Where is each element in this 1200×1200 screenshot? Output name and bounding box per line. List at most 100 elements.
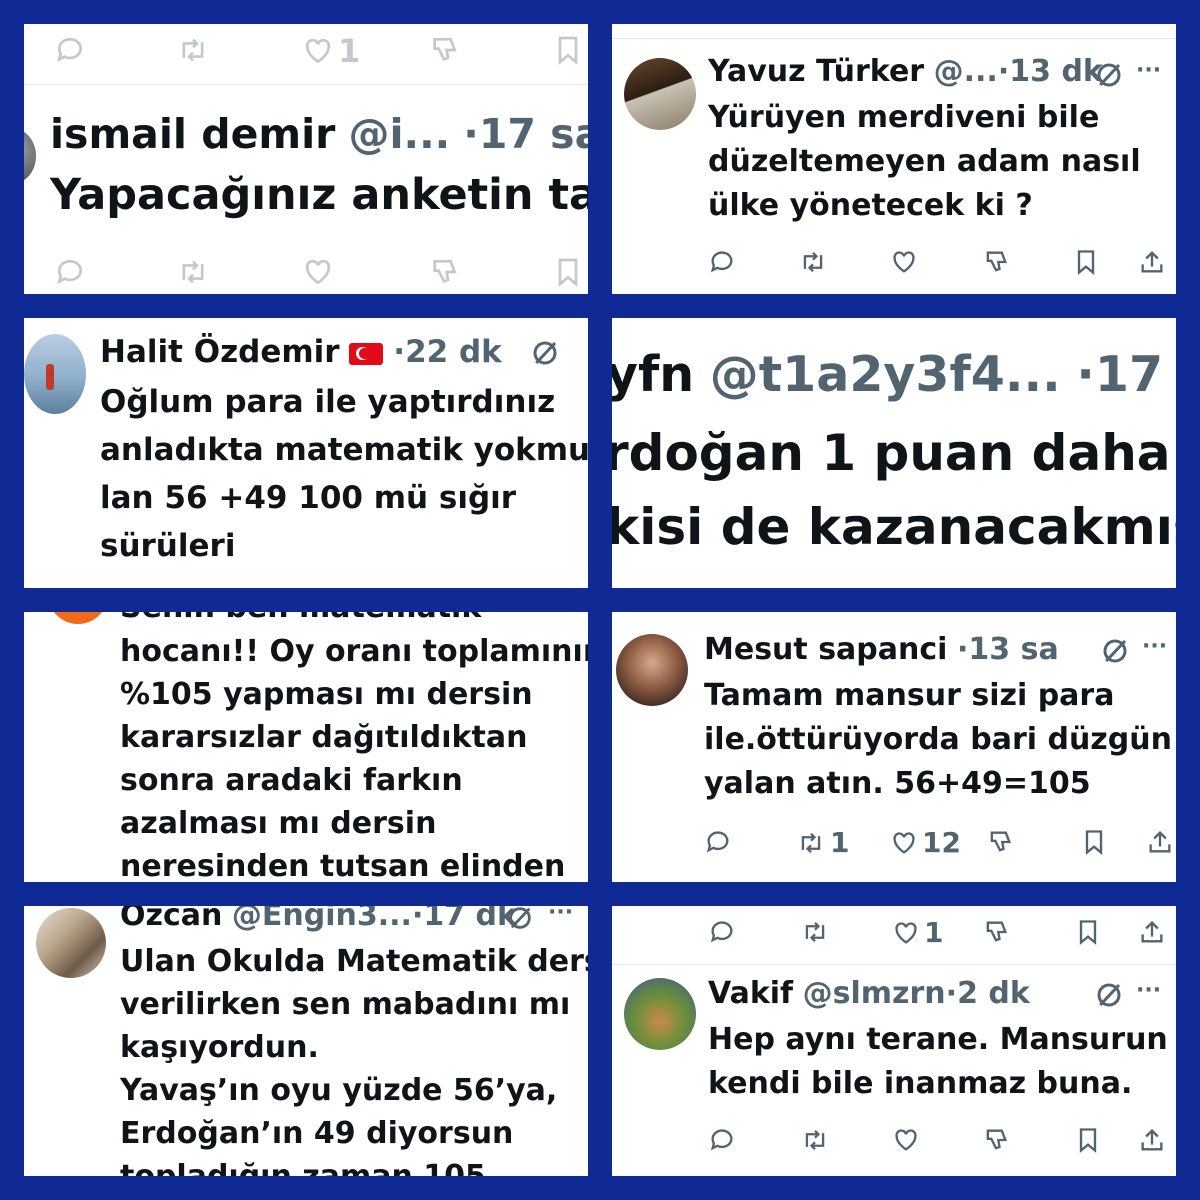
separator: · (997, 54, 1010, 89)
like-count: 1 (338, 32, 361, 70)
bookmark-icon[interactable] (554, 256, 582, 288)
tweet-header: ismail demir @i... ·17 sa (50, 110, 588, 158)
retweet-icon[interactable] (176, 256, 210, 288)
retweet-button[interactable]: 1 (796, 826, 849, 859)
timestamp[interactable]: 17 sa (1095, 346, 1176, 403)
retweet-icon[interactable] (800, 1126, 830, 1154)
grok-slash-icon[interactable] (1094, 980, 1124, 1014)
tweet-header: Halit Özdemir ·22 dk (100, 334, 502, 370)
author-handle[interactable]: @i... (348, 110, 450, 158)
dislike-icon[interactable] (986, 828, 1014, 856)
dislike-icon[interactable] (982, 918, 1010, 946)
like-icon[interactable] (890, 248, 918, 276)
tweet-text-line: anladıkta matematik yokmu (100, 432, 588, 468)
author-name[interactable]: Mesut sapanci (704, 632, 947, 667)
bookmark-icon[interactable] (554, 34, 582, 66)
more-icon[interactable]: ··· (1142, 634, 1167, 659)
tweet-text-line: hocanı!! Oy oranı toplamının (120, 634, 588, 669)
timestamp[interactable]: 13 dk (1009, 54, 1103, 89)
faded-action-bar-top: 1 (24, 30, 588, 70)
avatar[interactable] (48, 612, 108, 624)
avatar[interactable] (624, 58, 696, 130)
grok-slash-icon[interactable] (1094, 60, 1124, 94)
avatar[interactable] (24, 334, 86, 414)
share-icon[interactable] (1138, 918, 1166, 946)
bookmark-icon[interactable] (1076, 1126, 1100, 1154)
more-icon[interactable]: ··· (1136, 58, 1161, 83)
avatar[interactable] (624, 978, 696, 1050)
separator: · (957, 632, 969, 667)
grok-slash-icon[interactable] (530, 338, 560, 372)
dislike-icon[interactable] (428, 34, 460, 66)
tweet-text-line: Tamam mansur sizi para (704, 678, 1115, 713)
tweet-panel-1: 1 ismail demir @i... ·17 sa Yapacağınız … (24, 24, 588, 294)
timestamp[interactable]: 2 dk (957, 976, 1030, 1011)
action-bar: 1 12 (612, 826, 1176, 862)
more-icon[interactable]: ··· (548, 906, 573, 925)
author-name[interactable]: Ozcan (120, 906, 222, 933)
tweet-panel-5: Senin ben matematik hocanı!! Oy oranı to… (24, 612, 588, 882)
share-icon[interactable] (1138, 248, 1166, 276)
tweet-text-line: kendi bile inanmaz buna. (708, 1066, 1133, 1101)
grok-slash-icon[interactable] (506, 906, 534, 936)
author-name[interactable]: Yavuz Türker (708, 54, 924, 89)
avatar[interactable] (616, 634, 688, 706)
reply-icon[interactable] (54, 256, 86, 288)
avatar-figure (46, 364, 54, 390)
timestamp[interactable]: 17 sa (479, 110, 588, 158)
retweet-icon[interactable] (176, 34, 210, 66)
author-name[interactable]: Vakif (708, 976, 793, 1011)
like-button[interactable]: 1 (892, 916, 943, 949)
share-icon[interactable] (1146, 828, 1174, 856)
share-icon[interactable] (1138, 1126, 1166, 1154)
previous-tweet-action-bar: 1 (612, 916, 1176, 952)
author-name[interactable]: Halit Özdemir (100, 334, 340, 370)
tweet-header: Vakif @slmzrn·2 dk (708, 976, 1030, 1011)
avatar[interactable] (36, 908, 106, 978)
timestamp[interactable]: 13 sa (968, 632, 1058, 667)
author-handle[interactable]: @slmzrn (803, 976, 946, 1011)
tweet-header: yfn @t1a2y3f4... ·17 sa (612, 346, 1176, 403)
retweet-count: 1 (830, 826, 850, 859)
reply-icon[interactable] (708, 248, 736, 276)
retweet-icon[interactable] (798, 248, 828, 276)
retweet-icon[interactable] (800, 918, 830, 946)
bookmark-icon[interactable] (1082, 828, 1106, 856)
reply-icon[interactable] (704, 828, 732, 856)
reply-icon[interactable] (708, 918, 736, 946)
faded-action-bar-bottom (24, 252, 588, 292)
author-name[interactable]: yfn (612, 346, 694, 403)
like-icon[interactable] (302, 256, 334, 288)
tweet-text-line: Ulan Okulda Matematik dersi (120, 944, 588, 979)
tweet-text-line: yalan atın. 56+49=105 (704, 766, 1091, 801)
author-name[interactable]: ismail demir (50, 110, 335, 158)
tweet-panel-6: Mesut sapanci ·13 sa ··· Tamam mansur si… (612, 612, 1176, 882)
tweet-text-line: Senin ben matematik (120, 612, 481, 625)
author-handle[interactable]: @Engin3... (232, 906, 412, 933)
timestamp[interactable]: 17 dk (423, 906, 517, 933)
timestamp[interactable]: 22 dk (405, 334, 502, 370)
grok-slash-icon[interactable] (1100, 636, 1130, 670)
tweet-header: Yavuz Türker @...·13 dk (708, 54, 1103, 89)
reply-icon[interactable] (54, 34, 86, 66)
reply-icon[interactable] (708, 1126, 736, 1154)
tweet-text-line: topladığın zaman 105 (120, 1159, 486, 1176)
tweet-panel-8: 1 Vakif @slmzrn·2 dk ··· Hep aynı terane… (612, 906, 1176, 1176)
like-icon[interactable] (892, 1126, 920, 1154)
tweet-panel-4: yfn @t1a2y3f4... ·17 sa rdoğan 1 puan da… (612, 318, 1176, 588)
tweet-panel-3: Halit Özdemir ·22 dk Oğlum para ile yapt… (24, 318, 588, 588)
bookmark-icon[interactable] (1076, 918, 1100, 946)
separator: · (945, 976, 958, 1011)
like-button[interactable]: 1 (302, 32, 360, 70)
more-icon[interactable]: ··· (1136, 978, 1161, 1003)
separator: · (411, 906, 424, 933)
dislike-icon[interactable] (982, 248, 1010, 276)
dislike-icon[interactable] (982, 1126, 1010, 1154)
author-handle[interactable]: @t1a2y3f4... (710, 346, 1061, 403)
dislike-icon[interactable] (428, 256, 460, 288)
tweet-text-line: ile.öttürüyorda bari düzgün (704, 722, 1172, 757)
tweet-text-line: ülke yönetecek ki ? (708, 188, 1033, 223)
bookmark-icon[interactable] (1074, 248, 1098, 276)
author-handle[interactable]: @... (934, 54, 998, 89)
like-button[interactable]: 12 (890, 826, 961, 859)
